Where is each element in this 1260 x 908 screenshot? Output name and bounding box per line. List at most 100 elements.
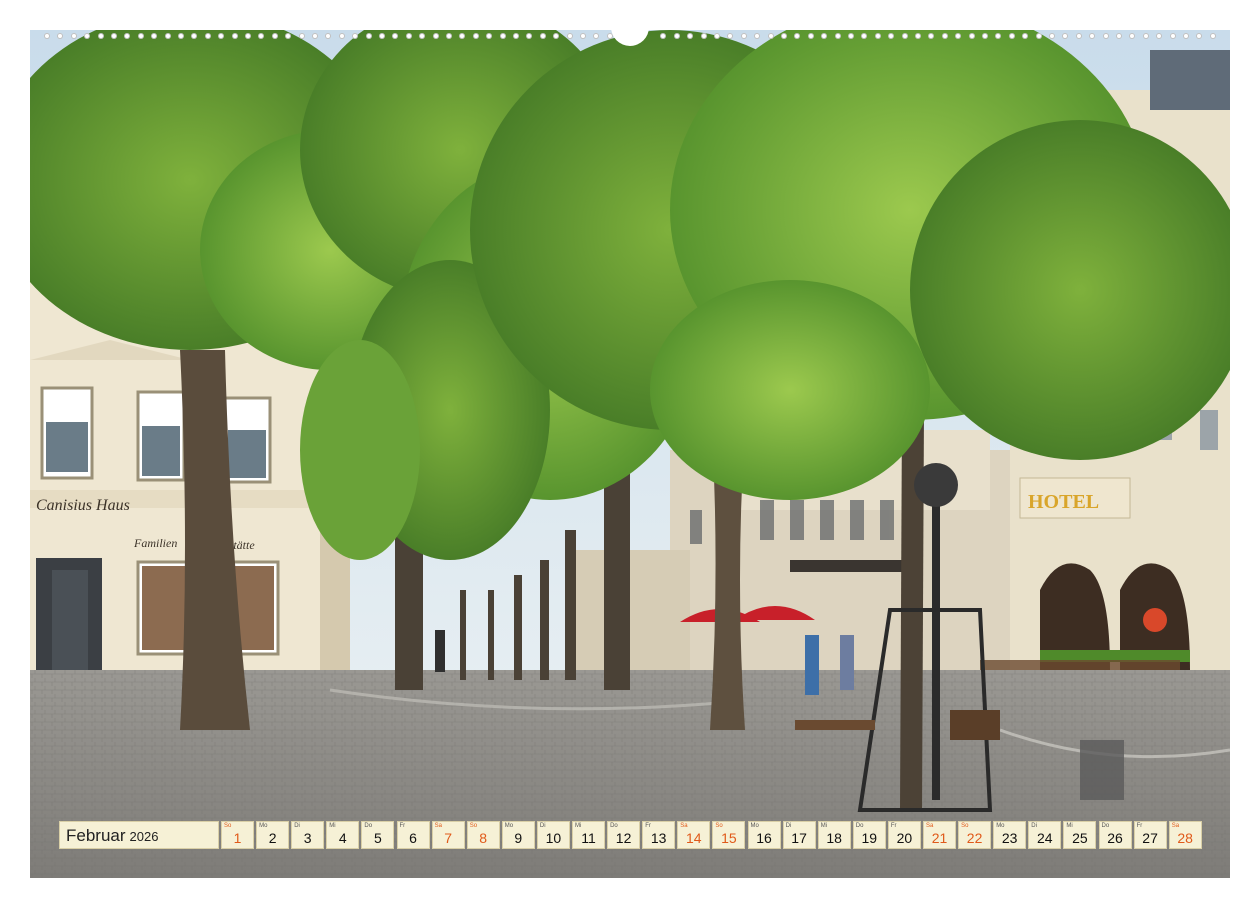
day-number: 8 [479,830,488,846]
calendar-page: HOTEL Canisius Haus Familien gsstätte Fe… [0,0,1260,908]
binding-hole [848,33,854,39]
day-cell: Sa 28 [1168,821,1202,849]
binding-hole [1196,33,1203,39]
binding-hole [459,33,466,39]
day-cell: Do 12 [607,821,641,849]
day-number: 17 [791,830,807,846]
day-cell: Sa 21 [923,821,956,849]
day-cell: Mi 25 [1063,821,1097,849]
binding-hole [379,33,385,39]
binding-hole [84,33,91,39]
binding-hole [111,33,117,39]
binding-hole [191,33,198,39]
binding-hole [928,33,935,39]
binding-hole [151,33,158,39]
day-number: 19 [861,830,878,846]
binding-hole [57,33,64,39]
binding-hole [888,33,895,39]
binding-hole [955,33,962,39]
day-number: 14 [686,830,702,846]
hotel-sign: HOTEL [1028,491,1099,513]
day-cell: So 8 [466,821,500,849]
day-cell: Sa 14 [677,821,711,849]
day-cell: Mo 2 [256,821,290,849]
day-cell: Mi 4 [326,821,360,849]
binding-hole [1156,33,1163,39]
binding-hole [1102,33,1109,39]
binding-hole [714,33,720,39]
day-cell: So 15 [712,821,746,849]
day-cell: Mo 23 [993,821,1027,849]
binding-hole [1062,33,1069,39]
day-number: 20 [896,830,913,846]
day-number: 24 [1037,830,1053,846]
day-cell: Do 19 [852,821,886,849]
binding-hole [687,33,694,39]
binding-hole [325,33,332,39]
binding-hole [137,33,144,39]
day-cell: Mi 11 [572,821,605,849]
binding-hole [1089,33,1096,39]
day-number: 26 [1107,830,1123,846]
binding-hole [124,33,131,39]
day-number: 15 [721,830,737,846]
binding-hole [365,33,372,39]
binding-hole [432,33,439,39]
day-number: 18 [826,830,842,846]
binding-hole [580,33,586,39]
binding-hole [754,33,761,39]
binding-hole [781,33,787,39]
binding-hole [901,33,908,39]
day-cell: So 22 [958,821,992,849]
binding-hole [982,33,988,39]
day-number: 6 [409,830,417,846]
day-cell: Do 5 [361,821,395,849]
binding-hole [553,33,560,39]
binding-hole [405,33,412,39]
day-cell: Fr 20 [887,821,921,849]
day-number: 4 [338,830,347,846]
binding-hole [539,33,546,39]
day-number: 27 [1142,830,1158,846]
day-number: 3 [303,830,312,846]
binding-hole [915,33,921,39]
binding-hole [164,33,171,39]
day-cell: So 1 [221,821,254,849]
day-number: 10 [545,830,562,846]
day-number: 2 [268,830,277,846]
day-cell: Do 26 [1098,821,1132,849]
familien-sign: Familien [133,536,177,550]
binding-hole [968,33,975,39]
binding-hole [446,33,452,39]
binding-hole [740,33,747,39]
binding-hole [392,33,399,39]
binding-hole [245,33,251,39]
binding-hole [231,33,238,39]
day-number: 23 [1001,830,1018,846]
binding-hole [298,33,305,39]
day-cell: Mi 18 [817,821,851,849]
day-number: 22 [966,830,983,846]
day-number: 9 [514,830,523,846]
binding-hole [70,33,77,39]
day-number: 7 [444,830,452,846]
binding-hole [1116,33,1122,39]
binding-hole [204,33,211,39]
day-number: 11 [581,830,596,846]
day-cell: Mo 9 [501,821,535,849]
binding-hole [807,33,814,39]
binding-hole [593,33,600,39]
binding-hole [419,33,426,39]
binding-hole [526,33,533,39]
day-cell: Di 10 [536,821,570,849]
day-number: 13 [650,830,667,846]
day-cell: Di 17 [782,821,816,849]
binding-hole [1075,33,1082,39]
day-cell: Fr 27 [1133,821,1167,849]
month-year: 2026 [129,829,159,844]
binding-hole [285,33,292,39]
binding-hole [874,33,881,39]
binding-hole [499,33,506,39]
binding-hole [352,33,359,39]
binding-hole [995,33,1002,39]
